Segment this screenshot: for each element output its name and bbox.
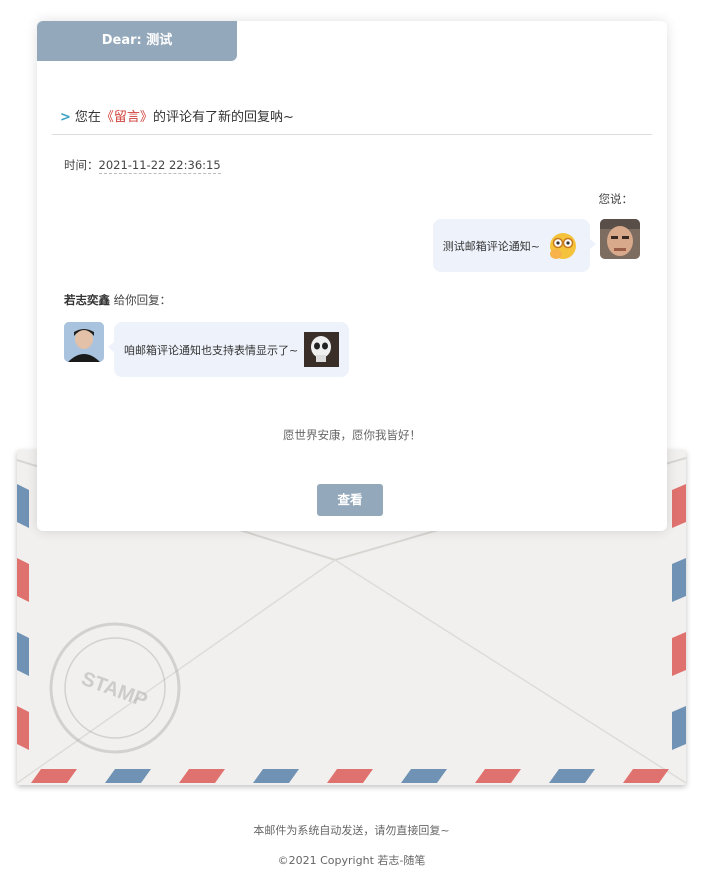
replier-row: 若志奕鑫 给你回复： [64, 292, 171, 308]
bubble-tail [589, 238, 596, 250]
thinking-emoji-icon [550, 232, 576, 259]
replier-avatar [64, 322, 104, 362]
subject-line: > 您在《留言》的评论有了新的回复呐~ [60, 106, 294, 125]
post-title-link[interactable]: 《留言》 [101, 110, 153, 125]
my-avatar [600, 219, 640, 259]
replier-name: 若志奕鑫 [64, 293, 110, 307]
recipient-tab: Dear: 测试 [37, 21, 237, 61]
subject-prefix: 您在 [74, 110, 101, 125]
auto-send-notice: 本邮件为系统自动发送，请勿直接回复~ [253, 824, 450, 837]
envelope-bottom-stripes [31, 769, 669, 783]
avatar-replier-icon [64, 322, 104, 362]
replier-suffix: 给你回复： [110, 293, 172, 307]
time-value: 2021-11-22 22:36:15 [98, 158, 221, 174]
svg-text:STAMP: STAMP [78, 668, 150, 712]
original-comment-text: 测试邮箱评论通知~ [442, 239, 540, 253]
email-page: STAMP Dear: 测试 > 您在《留言》的评论有了新的回复呐~ 时间：202… [0, 0, 703, 881]
time-label: 时间： [64, 158, 99, 172]
original-comment-bubble: 测试邮箱评论通知~ [432, 219, 590, 272]
subject-arrow: > [60, 110, 71, 125]
subject-suffix: 的评论有了新的回复呐~ [152, 110, 294, 125]
skull-emoji-icon [304, 332, 340, 367]
copyright-text: ©2021 Copyright 若志-随笔 [277, 854, 426, 867]
view-button[interactable]: 查看 [317, 484, 383, 516]
blessing-text: 愿世界安康，愿你我皆好！ [283, 428, 421, 442]
reply-text: 咱邮箱评论通知也支持表情显示了~ [124, 343, 299, 357]
time-row: 时间：2021-11-22 22:36:15 [64, 157, 221, 174]
envelope-right-stripes [672, 484, 686, 750]
envelope-left-stripes [17, 484, 29, 750]
letter-card: Dear: 测试 > 您在《留言》的评论有了新的回复呐~ 时间：2021-11-2… [37, 21, 667, 531]
stamp-seal: STAMP [49, 622, 181, 754]
reply-bubble: 咱邮箱评论通知也支持表情显示了~ [114, 322, 350, 377]
avatar-me-icon [600, 219, 640, 259]
divider [52, 134, 652, 135]
you-said-label: 您说： [598, 192, 634, 206]
